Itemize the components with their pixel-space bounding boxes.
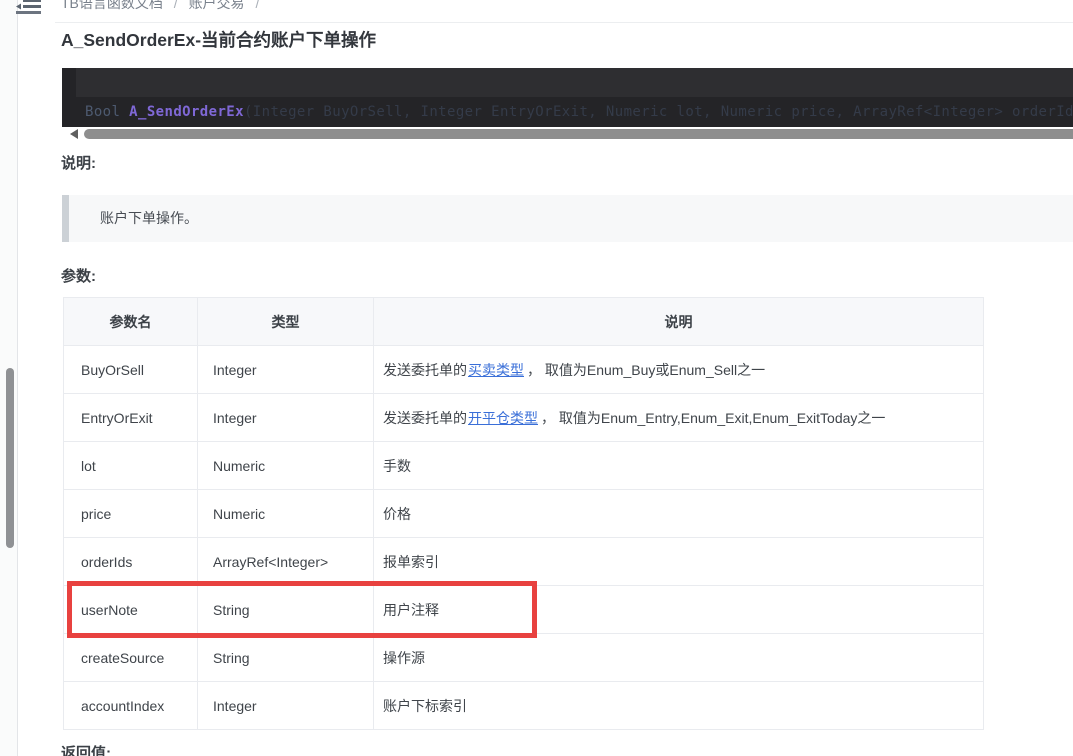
hscroll-left-arrow-icon[interactable] — [70, 129, 78, 139]
param-name: lot — [63, 441, 198, 490]
param-name: price — [63, 489, 198, 538]
table-row-lot: lot Numeric 手数 — [63, 441, 984, 490]
desc-text: 操作源 — [383, 649, 425, 666]
table-row-entryorexit: EntryOrExit Integer 发送委托单的开平仓类型， 取值为Enum… — [63, 393, 984, 442]
description-text: 账户下单操作。 — [100, 210, 198, 226]
desc-text: ， 取值为Enum_Entry,Enum_Exit,Enum_ExitToday… — [541, 409, 886, 426]
param-type: Integer — [197, 681, 374, 730]
param-type: ArrayRef<Integer> — [197, 537, 374, 586]
desc-text: ， 取值为Enum_Buy或Enum_Sell之一 — [527, 361, 766, 378]
toc-collapse-icon[interactable] — [16, 0, 42, 15]
table-row-usernote: userNote String 用户注释 — [63, 585, 984, 634]
param-type: Integer — [197, 345, 374, 394]
horizontal-scrollbar-thumb[interactable] — [84, 129, 1073, 139]
code-return-type: Bool — [85, 104, 121, 120]
param-desc: 发送委托单的开平仓类型， 取值为Enum_Entry,Enum_Exit,Enu… — [373, 393, 984, 442]
param-desc: 操作源 — [373, 633, 984, 682]
doc-page: TB语言函数文档 / 账户交易 / A_SendOrderEx-当前合约账户下单… — [0, 0, 1073, 756]
param-type: Numeric — [197, 441, 374, 490]
param-type: Integer — [197, 393, 374, 442]
left-scrollbar-track[interactable] — [0, 0, 18, 756]
param-desc: 价格 — [373, 489, 984, 538]
link-entry-exit-type[interactable]: 开平仓类型 — [468, 410, 538, 426]
breadcrumb-separator: / — [173, 0, 178, 11]
param-type: Numeric — [197, 489, 374, 538]
code-function-name: A_SendOrderEx — [129, 104, 244, 120]
param-desc: 用户注释 — [373, 585, 984, 634]
param-name: BuyOrSell — [63, 345, 198, 394]
table-row-price: price Numeric 价格 — [63, 489, 984, 538]
header-divider — [55, 22, 1073, 23]
vertical-scrollbar-thumb[interactable] — [6, 368, 14, 548]
param-name: accountIndex — [63, 681, 198, 730]
param-name: userNote — [63, 585, 198, 634]
description-blockquote: 账户下单操作。 — [62, 195, 1073, 242]
column-header-type: 类型 — [197, 297, 374, 346]
desc-text: 报单索引 — [383, 553, 439, 570]
code-line: Bool A_SendOrderEx(Integer BuyOrSell, In… — [85, 104, 1073, 120]
table-row-createsource: createSource String 操作源 — [63, 633, 984, 682]
breadcrumb: TB语言函数文档 / 账户交易 / — [61, 0, 266, 13]
section-heading-description: 说明: — [61, 155, 96, 172]
desc-text: 发送委托单的 — [383, 409, 467, 426]
param-desc: 发送委托单的买卖类型， 取值为Enum_Buy或Enum_Sell之一 — [373, 345, 984, 394]
table-header-row: 参数名 类型 说明 — [63, 297, 984, 346]
section-heading-returns: 返回值: — [61, 745, 111, 756]
page-title: A_SendOrderEx-当前合约账户下单操作 — [61, 30, 377, 50]
param-desc: 报单索引 — [373, 537, 984, 586]
function-signature-code-block: Bool A_SendOrderEx(Integer BuyOrSell, In… — [62, 68, 1073, 127]
breadcrumb-separator: / — [255, 0, 260, 11]
desc-text: 价格 — [383, 505, 411, 522]
link-buy-sell-type[interactable]: 买卖类型 — [468, 362, 524, 378]
param-desc: 账户下标索引 — [373, 681, 984, 730]
table-row-accountindex: accountIndex Integer 账户下标索引 — [63, 681, 984, 730]
section-heading-params: 参数: — [61, 268, 96, 285]
breadcrumb-item-account-trade[interactable]: 账户交易 — [189, 0, 245, 11]
desc-text: 手数 — [383, 457, 411, 474]
table-row-buyorsell: BuyOrSell Integer 发送委托单的买卖类型， 取值为Enum_Bu… — [63, 345, 984, 394]
desc-text: 发送委托单的 — [383, 361, 467, 378]
param-type: String — [197, 633, 374, 682]
desc-text: 用户注释 — [383, 601, 439, 618]
param-desc: 手数 — [373, 441, 984, 490]
code-signature-rest: (Integer BuyOrSell, Integer EntryOrExit,… — [243, 104, 1073, 120]
param-name: orderIds — [63, 537, 198, 586]
column-header-desc: 说明 — [373, 297, 984, 346]
param-name: createSource — [63, 633, 198, 682]
breadcrumb-item-docs[interactable]: TB语言函数文档 — [61, 0, 163, 11]
desc-text: 账户下标索引 — [383, 697, 467, 714]
code-highlight-line — [76, 68, 1073, 97]
param-type: String — [197, 585, 374, 634]
param-name: EntryOrExit — [63, 393, 198, 442]
column-header-name: 参数名 — [63, 297, 198, 346]
table-row-orderids: orderIds ArrayRef<Integer> 报单索引 — [63, 537, 984, 586]
params-table: 参数名 类型 说明 BuyOrSell Integer 发送委托单的买卖类型， … — [63, 297, 984, 730]
